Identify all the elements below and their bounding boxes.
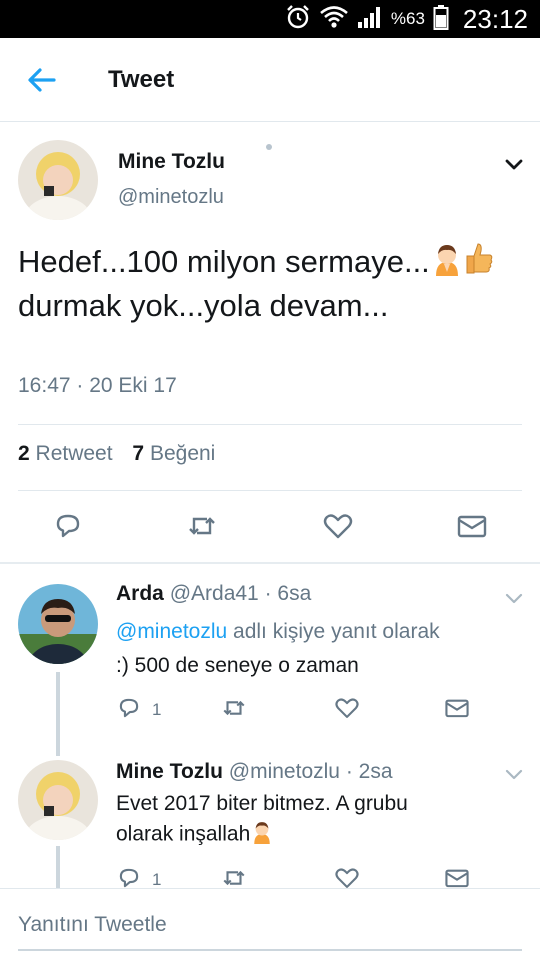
- reply-author-name[interactable]: Mine Tozlu: [116, 760, 223, 783]
- divider: [18, 424, 522, 425]
- section-separator: [0, 562, 540, 564]
- reply-text-line2: olarak inşallah: [116, 820, 274, 850]
- tweet-text: Hedef...100 milyon sermaye... durmak yok…: [18, 242, 528, 326]
- reply-composer: Yanıtını Tweetle: [0, 888, 540, 960]
- tweet-text-part2: durmak yok...yola devam...: [18, 288, 389, 323]
- reply-icon: [116, 695, 142, 726]
- retweet-icon: [186, 517, 218, 546]
- reply-icon: [52, 514, 84, 546]
- retweet-count: 2: [18, 442, 30, 465]
- reply-context-text: adlı kişiye yanıt olarak: [227, 620, 440, 643]
- battery-percent: %63: [390, 9, 425, 28]
- reply-mention-link[interactable]: @minetozlu: [116, 620, 227, 643]
- like-button[interactable]: [322, 510, 354, 542]
- author-name[interactable]: Mine Tozlu: [118, 150, 225, 174]
- reply-avatar[interactable]: [18, 584, 98, 664]
- tweet-timestamp: 16:47 · 20 Eki 17: [18, 374, 177, 397]
- like-count: 7: [132, 442, 145, 465]
- reply-author-handle[interactable]: @minetozlu: [229, 760, 340, 783]
- praying-person-emoji: [430, 242, 464, 286]
- reply-avatar[interactable]: [18, 760, 98, 840]
- like-stat[interactable]: 7 Beğeni: [132, 442, 215, 466]
- reply-text-line2-text: olarak inşallah: [116, 822, 251, 846]
- reply-count: 1: [152, 700, 162, 719]
- retweet-icon: [220, 695, 248, 726]
- reply-time: · 6sa: [258, 582, 312, 605]
- divider: [18, 490, 522, 491]
- wifi-icon: [319, 4, 349, 35]
- reply-author-handle[interactable]: @Arda41: [170, 582, 259, 605]
- app-bar: Tweet: [0, 38, 540, 122]
- heart-icon: [322, 514, 354, 546]
- tweet-actions: [0, 510, 540, 546]
- reply-text: :) 500 de seneye o zaman: [116, 654, 359, 677]
- share-dm-button[interactable]: [456, 510, 488, 542]
- reply-like-button[interactable]: [334, 696, 360, 724]
- input-underline: [18, 949, 522, 951]
- thread-connector: [56, 846, 60, 888]
- reply-header: Arda @Arda41 · 6sa: [116, 582, 311, 606]
- reply-retweet-button[interactable]: [220, 696, 248, 724]
- envelope-icon: [444, 695, 470, 726]
- status-dot: [266, 144, 272, 150]
- reply-button[interactable]: [52, 510, 84, 542]
- reply-header: Mine Tozlu @minetozlu · 2sa: [116, 760, 393, 784]
- reply-dm-button[interactable]: [444, 696, 470, 724]
- thread-connector: [56, 672, 60, 756]
- tweet-text-part1: Hedef...100 milyon sermaye...: [18, 244, 430, 280]
- heart-icon: [334, 695, 360, 726]
- reply-count: 1: [152, 870, 162, 889]
- status-bar: %63 23:12: [0, 0, 540, 38]
- back-button[interactable]: [24, 64, 60, 96]
- reply-time: · 2sa: [339, 760, 393, 783]
- author-avatar[interactable]: [18, 140, 98, 220]
- signal-icon: [357, 5, 383, 34]
- reply-text-line1: Evet 2017 biter bitmez. A grubu: [116, 792, 408, 815]
- reply-menu-button[interactable]: [504, 764, 524, 784]
- tweet-stats: 2 Retweet 7 Beğeni: [18, 442, 215, 466]
- alarm-icon: [285, 4, 311, 35]
- clock: 23:12: [462, 3, 528, 34]
- reply-reply-button[interactable]: 1: [116, 696, 161, 724]
- author-handle[interactable]: @minetozlu: [118, 186, 224, 209]
- reply-input[interactable]: Yanıtını Tweetle: [18, 913, 167, 937]
- reply-menu-button[interactable]: [504, 588, 524, 608]
- thumbs-up-emoji: [464, 242, 494, 286]
- like-label: Beğeni: [149, 442, 216, 465]
- retweet-stat[interactable]: 2 Retweet: [18, 442, 113, 466]
- battery-icon: [433, 4, 449, 35]
- retweet-label: Retweet: [35, 442, 113, 465]
- page-title: Tweet: [108, 66, 175, 93]
- tweet-menu-button[interactable]: [502, 152, 526, 176]
- chevron-down-icon: [504, 593, 524, 612]
- reply-context: @minetozlu adlı kişiye yanıt olarak: [116, 620, 440, 644]
- retweet-button[interactable]: [186, 510, 218, 542]
- back-arrow-icon: [24, 68, 60, 100]
- reply-author-name[interactable]: Arda: [116, 582, 164, 605]
- envelope-icon: [456, 515, 488, 546]
- chevron-down-icon: [504, 769, 524, 788]
- reply-actions: 1: [116, 696, 496, 726]
- chevron-down-icon: [502, 159, 526, 180]
- praying-person-emoji: [250, 820, 274, 850]
